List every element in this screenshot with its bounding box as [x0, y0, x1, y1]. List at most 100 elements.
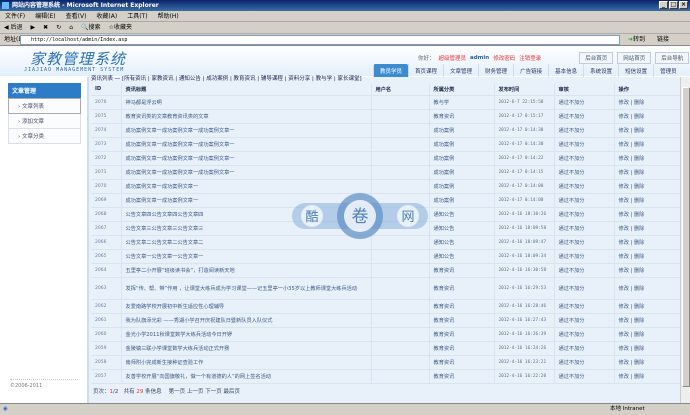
cell-title[interactable]: 发挥“传、帮、带”作用 ，让课堂大练兵成为学习课堂——记五里亭一小35岁以上教师…	[121, 277, 372, 300]
stop-button[interactable]: ✖	[43, 22, 48, 33]
edit-link[interactable]: 修改	[619, 114, 629, 120]
menu-item[interactable]: 收藏(A)	[96, 11, 117, 21]
nav-tab[interactable]: 文章管理	[443, 64, 478, 78]
delete-link[interactable]: 删除	[634, 156, 644, 162]
delete-link[interactable]: 删除	[634, 198, 644, 204]
edit-link[interactable]: 修改	[619, 226, 629, 232]
cell-category: 通知公告	[429, 221, 495, 236]
cell-title[interactable]: 成功案例文章一成功案例文章一成功案例文章一	[121, 165, 372, 180]
delete-link[interactable]: 删除	[634, 226, 644, 232]
cell-actions: 修改 | 删除	[614, 369, 681, 384]
nav-tab[interactable]: 系统设置	[583, 64, 618, 78]
delete-link[interactable]: 删除	[634, 268, 644, 274]
edit-link[interactable]: 修改	[619, 240, 629, 246]
edit-link[interactable]: 修改	[619, 100, 629, 106]
cell-title[interactable]: 成功案例文章一成功案例文章一成功案例文章一	[121, 123, 372, 138]
category-filter-nav[interactable]: 资讯列表 — [所有资讯 | 家教资讯 | 通知公告 | 成功案例 | 教育资讯…	[91, 74, 362, 82]
delete-link[interactable]: 删除	[634, 332, 644, 338]
home-button[interactable]: ⌂	[69, 22, 73, 33]
delete-link[interactable]: 删除	[634, 254, 644, 260]
logout-link[interactable]: 注销登录	[519, 54, 541, 62]
delete-link[interactable]: 删除	[634, 346, 644, 352]
edit-link[interactable]: 修改	[619, 142, 629, 148]
delete-link[interactable]: 删除	[634, 240, 644, 246]
delete-link[interactable]: 删除	[634, 304, 644, 310]
menu-item[interactable]: 文件(F)	[5, 11, 25, 21]
edit-link[interactable]: 修改	[619, 332, 629, 338]
menu-item[interactable]: 查看(V)	[66, 11, 87, 21]
site-home-button[interactable]: 网站首页	[617, 52, 652, 64]
edit-link[interactable]: 修改	[619, 360, 629, 366]
nav-tab[interactable]: 管理员	[653, 64, 683, 78]
sidebar-item-article-category[interactable]: › 文章分类	[8, 129, 81, 144]
cell-title[interactable]: 金光小学2011秋课堂数学大练兵活动今日开锣	[121, 327, 372, 342]
links-button[interactable]: 链接	[657, 34, 669, 46]
delete-link[interactable]: 删除	[634, 114, 644, 120]
menu-item[interactable]: 编辑(E)	[35, 11, 55, 21]
delete-link[interactable]: 删除	[634, 318, 644, 324]
search-button[interactable]: 🔍搜索	[81, 22, 101, 33]
cell-title[interactable]: 五里亭二小开展“班级读书会”，打造阅读新天地	[121, 263, 372, 278]
scrollbar-thumb[interactable]	[682, 87, 690, 387]
change-password-link[interactable]: 修改密码	[493, 54, 515, 62]
edit-link[interactable]: 修改	[619, 212, 629, 218]
scrollbar[interactable]	[680, 77, 690, 403]
delete-link[interactable]: 删除	[634, 212, 644, 218]
refresh-button[interactable]: ↻	[56, 22, 61, 33]
delete-link[interactable]: 删除	[634, 286, 644, 292]
edit-link[interactable]: 修改	[619, 128, 629, 134]
sidebar-item-add-article[interactable]: › 添加文章	[8, 114, 81, 129]
admin-home-button[interactable]: 后台首页	[579, 52, 614, 64]
edit-link[interactable]: 修改	[619, 268, 629, 274]
close-button[interactable]: ×	[679, 1, 688, 9]
cell-title[interactable]: 教育资讯类的文章教育资讯类的文章	[121, 109, 372, 124]
delete-link[interactable]: 删除	[634, 184, 644, 190]
delete-link[interactable]: 删除	[634, 142, 644, 148]
delete-link[interactable]: 删除	[634, 374, 644, 380]
back-button[interactable]: ◀ 后退	[4, 22, 23, 33]
cell-title[interactable]: 我为队旗添光彩 ——秀湖小学召开庆祝建队日暨新队员入队仪式	[121, 313, 372, 328]
next-page-link[interactable]: 下一页	[205, 389, 222, 395]
favorites-button[interactable]: ☆收藏夹	[109, 22, 132, 33]
edit-link[interactable]: 修改	[619, 286, 629, 292]
menu-item[interactable]: 帮助(H)	[158, 11, 179, 21]
maximize-button[interactable]: □	[669, 1, 678, 9]
address-input[interactable]: http://localhost/admin/Index.asp	[20, 35, 620, 45]
nav-tab[interactable]: 教员学员	[373, 64, 409, 78]
nav-tab[interactable]: 财务管理	[478, 64, 513, 78]
edit-link[interactable]: 修改	[619, 156, 629, 162]
go-button[interactable]: ➜转到	[628, 34, 645, 46]
edit-link[interactable]: 修改	[619, 374, 629, 380]
delete-link[interactable]: 删除	[634, 128, 644, 134]
cell-title[interactable]: 友善学校开展“向国旗敬礼，做一个有道德的人”的网上签名活动	[121, 369, 372, 384]
menu-item[interactable]: 工具(T)	[127, 11, 147, 21]
edit-link[interactable]: 修改	[619, 254, 629, 260]
edit-link[interactable]: 修改	[619, 198, 629, 204]
cell-title[interactable]: 南师附小完成新生接种证查验工作	[121, 355, 372, 370]
edit-link[interactable]: 修改	[619, 170, 629, 176]
delete-link[interactable]: 删除	[634, 360, 644, 366]
cell-title[interactable]: 成功案例文章一成功案例文章一成功案例文章一	[121, 151, 372, 166]
minimize-button[interactable]: _	[659, 1, 668, 9]
nav-tab[interactable]: 广告链接	[513, 64, 548, 78]
cell-title[interactable]: 神马都是浮云啊	[121, 95, 372, 110]
sidebar-item-article-list[interactable]: › 文章列表	[8, 98, 81, 114]
nav-tab[interactable]: 首页课程	[408, 64, 443, 78]
first-page-link[interactable]: 第一页	[169, 389, 186, 395]
cell-title[interactable]: 成功案例文章一成功案例文章一成功案例文章一	[121, 137, 372, 152]
cell-title[interactable]: 金陵镇三联小学课堂数学大练兵活动正式开赛	[121, 341, 372, 356]
prev-page-link[interactable]: 上一页	[187, 389, 204, 395]
edit-link[interactable]: 修改	[619, 184, 629, 190]
admin-nav-button[interactable]: 后台导航	[655, 52, 690, 64]
nav-tab[interactable]: 基本信息	[548, 64, 583, 78]
nav-tab[interactable]: 短信设置	[618, 64, 653, 78]
edit-link[interactable]: 修改	[619, 346, 629, 352]
last-page-link[interactable]: 最后页	[223, 389, 240, 395]
delete-link[interactable]: 删除	[634, 170, 644, 176]
forward-button[interactable]: ▶	[31, 22, 36, 33]
edit-link[interactable]: 修改	[619, 304, 629, 310]
cell-title[interactable]: 友爱南路学校开展初中新生适应性心理辅导	[121, 299, 372, 314]
edit-link[interactable]: 修改	[619, 318, 629, 324]
cell-title[interactable]: 公告文章一公告文章一公告文章一	[121, 249, 372, 264]
delete-link[interactable]: 删除	[634, 100, 644, 106]
